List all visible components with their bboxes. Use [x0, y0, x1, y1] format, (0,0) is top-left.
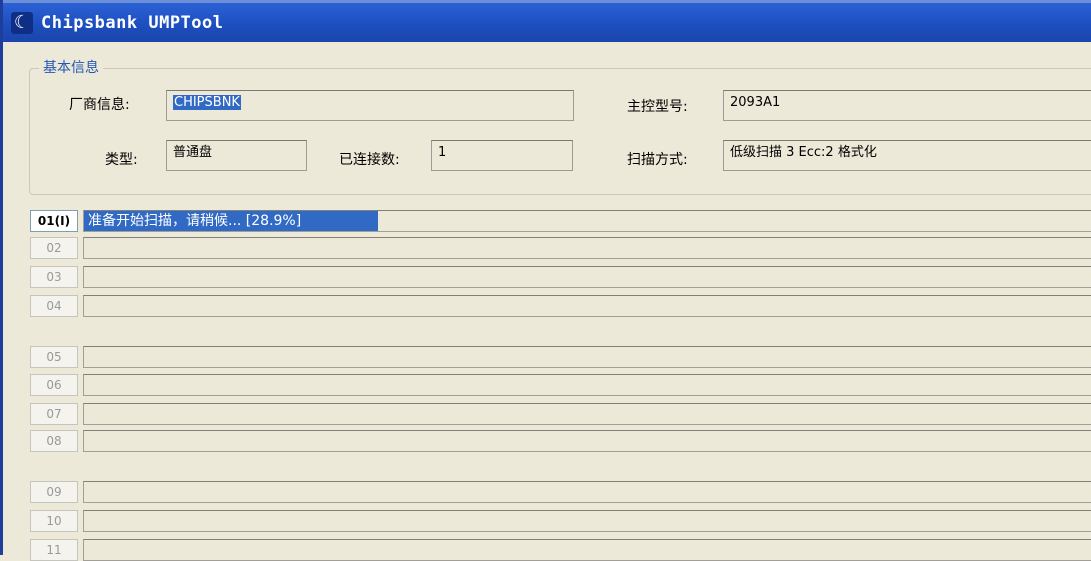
type-field[interactable]: 普通盘: [166, 140, 307, 171]
slot-number-3[interactable]: 03: [30, 266, 78, 288]
vendor-field[interactable]: CHIPSBNK: [166, 90, 574, 121]
scan-field[interactable]: 低级扫描 3 Ecc:2 格式化: [723, 140, 1091, 171]
slot-progress-bar-4: [83, 295, 1091, 317]
slot-progress-bar-11: [83, 539, 1091, 561]
slot-progress-bar-10: [83, 510, 1091, 532]
window-title: Chipsbank UMPTool: [41, 13, 224, 33]
connected-field[interactable]: 1: [431, 140, 573, 171]
slot-number-8[interactable]: 08: [30, 430, 78, 452]
basic-info-legend: 基本信息: [39, 58, 103, 78]
slot-number-4[interactable]: 04: [30, 295, 78, 317]
slot-number-11[interactable]: 11: [30, 539, 78, 561]
vendor-value: CHIPSBNK: [173, 95, 241, 110]
slot-number-2[interactable]: 02: [30, 237, 78, 259]
slot-progress-bar-9: [83, 481, 1091, 503]
app-logo-icon: ☾: [11, 12, 33, 34]
scan-value: 低级扫描 3 Ecc:2 格式化: [730, 145, 877, 160]
basic-info-group: [29, 68, 1091, 195]
connected-value: 1: [438, 145, 447, 160]
type-label: 类型:: [105, 152, 138, 168]
slot-progress-bar-6: [83, 374, 1091, 396]
controller-value: 2093A1: [730, 95, 781, 110]
connected-label: 已连接数:: [339, 152, 400, 168]
scan-label: 扫描方式:: [627, 152, 688, 168]
title-bar[interactable]: ☾ Chipsbank UMPTool: [3, 0, 1091, 42]
controller-field[interactable]: 2093A1: [723, 90, 1091, 121]
slot-progress-bar-2: [83, 237, 1091, 259]
app-window: ☾ Chipsbank UMPTool 基本信息 厂商信息: CHIPSBNK …: [0, 0, 1091, 561]
slot-progress-bar-3: [83, 266, 1091, 288]
slot-progress-bar-5: [83, 346, 1091, 368]
slot-number-6[interactable]: 06: [30, 374, 78, 396]
slot-number-5[interactable]: 05: [30, 346, 78, 368]
slot-progress-bar-1: 准备开始扫描，请稍候... [28.9%]: [83, 210, 1091, 232]
slot-status-text: 准备开始扫描，请稍候... [28.9%]: [88, 213, 302, 229]
slot-progress-bar-8: [83, 430, 1091, 452]
slot-progress-bar-7: [83, 403, 1091, 425]
controller-label: 主控型号:: [627, 99, 688, 115]
slot-number-7[interactable]: 07: [30, 403, 78, 425]
slot-number-1[interactable]: 01(I): [30, 210, 78, 232]
type-value: 普通盘: [173, 145, 213, 160]
slot-number-10[interactable]: 10: [30, 510, 78, 532]
vendor-label: 厂商信息:: [69, 97, 130, 113]
slot-number-9[interactable]: 09: [30, 481, 78, 503]
